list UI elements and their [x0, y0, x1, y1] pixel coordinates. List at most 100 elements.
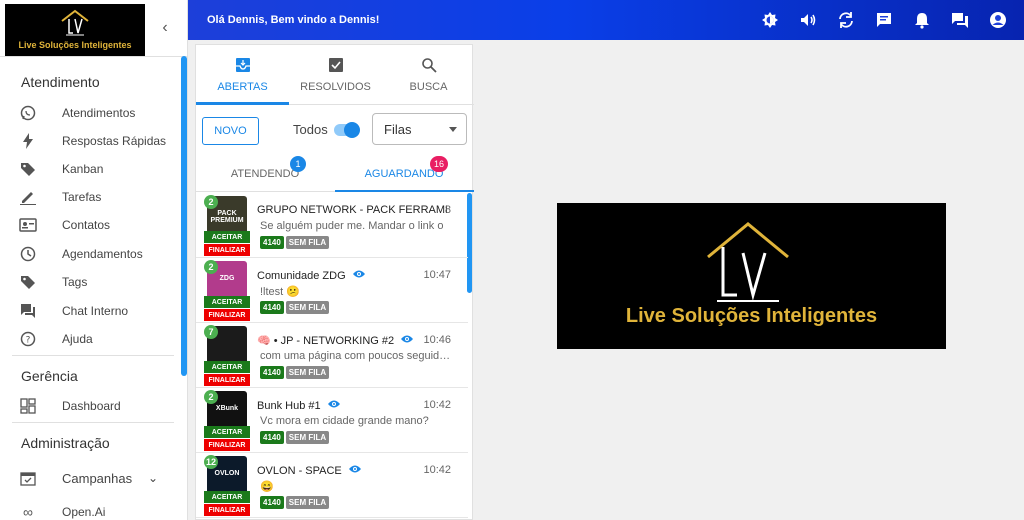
brand-logo: Live Soluções Inteligentes: [5, 4, 145, 56]
inbox-icon: [196, 57, 289, 75]
sidebar-item-kanban[interactable]: Kanban: [0, 155, 180, 183]
connection-tag: 4140: [260, 431, 284, 444]
eye-icon[interactable]: [400, 334, 414, 347]
sidebar-item-campanhas[interactable]: Campanhas ⌄: [0, 464, 180, 492]
todos-toggle[interactable]: [334, 122, 360, 138]
ticket-row[interactable]: 12 OVLON ACEITAR FINALIZAR OVLON - SPACE…: [196, 453, 468, 518]
theme-icon[interactable]: [760, 10, 780, 30]
ticket-time: 10:47: [423, 269, 451, 281]
eye-icon[interactable]: [352, 269, 366, 282]
sidebar-scrollbar[interactable]: [181, 56, 187, 376]
queue-tag: SEM FILA: [285, 301, 330, 314]
unread-count-badge: 12: [204, 455, 218, 469]
sidebar-item-label: Kanban: [62, 162, 104, 176]
accept-button[interactable]: ACEITAR: [204, 296, 250, 308]
accept-button[interactable]: ACEITAR: [204, 231, 250, 243]
sidebar-item-label: Open.Ai: [62, 505, 106, 519]
sidebar-item-agendamentos[interactable]: Agendamentos: [0, 240, 180, 268]
account-icon[interactable]: [988, 10, 1008, 30]
divider: [12, 355, 174, 356]
tab-busca[interactable]: BUSCA: [382, 45, 475, 105]
clock-icon: [19, 245, 37, 263]
subtab-atendendo[interactable]: ATENDENDO: [196, 155, 334, 192]
ticket-time: 8: [444, 204, 451, 216]
sidebar-item-atendimentos[interactable]: Atendimentos: [0, 99, 180, 127]
eye-icon[interactable]: [348, 464, 362, 477]
sidebar-item-openai[interactable]: ∞ Open.Ai: [0, 498, 180, 520]
tab-resolvidos[interactable]: RESOLVIDOS: [289, 45, 382, 105]
search-icon: [382, 57, 475, 75]
subtab-label: ATENDENDO: [230, 167, 300, 180]
sidebar-item-dashboard[interactable]: Dashboard: [0, 392, 180, 420]
main-area: Live Soluções Inteligentes: [474, 44, 1024, 520]
tickets-tabs: ABERTAS RESOLVIDOS BUSCA: [196, 45, 474, 105]
new-ticket-button[interactable]: NOVO: [202, 117, 259, 145]
ticket-name: 🧠 • JP - NETWORKING #2: [257, 334, 414, 347]
unread-count-badge: 2: [204, 260, 218, 274]
sidebar-item-label: Dashboard: [62, 399, 121, 413]
ticket-name: Bunk Hub #1: [257, 399, 341, 412]
finish-button[interactable]: FINALIZAR: [204, 309, 250, 321]
sidebar-item-label: Ajuda: [62, 332, 93, 346]
sidebar-item-ajuda[interactable]: ? Ajuda: [0, 325, 180, 353]
eye-icon[interactable]: [327, 399, 341, 412]
ticket-name-text: GRUPO NETWORK - PACK FERRAMEN: [257, 204, 447, 216]
ticket-row[interactable]: 7 ACEITAR FINALIZAR 🧠 • JP - NETWORKING …: [196, 323, 468, 388]
filas-select[interactable]: Filas: [372, 113, 467, 145]
dashboard-icon: [19, 397, 37, 415]
subtab-aguardando[interactable]: AGUARDANDO: [335, 155, 473, 192]
tab-label: ABERTAS: [217, 81, 268, 93]
house-logo-icon: [61, 9, 89, 36]
connection-tag: 4140: [260, 236, 284, 249]
forum-icon[interactable]: [950, 10, 970, 30]
active-tab-indicator: [196, 102, 289, 105]
avatar-caption: ZDG: [219, 275, 235, 282]
section-title-gerencia: Gerência: [21, 368, 78, 384]
top-bar: Olá Dennis, Bem vindo a Dennis!: [188, 0, 1024, 40]
ticket-name: Comunidade ZDG: [257, 269, 366, 282]
ticket-row[interactable]: 2 ZDG ACEITAR FINALIZAR Comunidade ZDG 1…: [196, 258, 468, 323]
collapse-sidebar-button[interactable]: ‹: [155, 18, 175, 38]
ticket-time: 10:42: [423, 464, 451, 476]
unread-count-badge: 7: [204, 325, 218, 339]
toggle-knob: [344, 122, 360, 138]
app-root: Live Soluções Inteligentes ‹ Atendimento…: [0, 0, 1024, 520]
tickets-subtabs: ATENDENDO 1 AGUARDANDO 16: [196, 155, 474, 192]
section-title-atendimento: Atendimento: [21, 74, 100, 90]
ticket-last-message: 😄: [260, 481, 274, 493]
ticket-name: OVLON - SPACE: [257, 464, 362, 477]
finish-button[interactable]: FINALIZAR: [204, 504, 250, 516]
volume-icon[interactable]: [798, 10, 818, 30]
sidebar-item-label: Tags: [62, 275, 88, 289]
ticket-time: 10:42: [423, 399, 451, 411]
accept-button[interactable]: ACEITAR: [204, 426, 250, 438]
accept-button[interactable]: ACEITAR: [204, 361, 250, 373]
finish-button[interactable]: FINALIZAR: [204, 244, 250, 256]
tab-label: BUSCA: [409, 81, 448, 93]
accept-button[interactable]: ACEITAR: [204, 491, 250, 503]
help-icon: ?: [19, 330, 37, 348]
ticket-row[interactable]: 2 PACK PREMIUM ACEITAR FINALIZAR GRUPO N…: [196, 193, 468, 258]
ticket-name-text: Bunk Hub #1: [257, 399, 321, 412]
queue-tag: SEM FILA: [285, 431, 330, 444]
finish-button[interactable]: FINALIZAR: [204, 374, 250, 386]
chat-icon[interactable]: [874, 10, 894, 30]
brand-logo-card: Live Soluções Inteligentes: [557, 203, 946, 349]
tab-abertas[interactable]: ABERTAS: [196, 45, 289, 105]
ticket-list[interactable]: 2 PACK PREMIUM ACEITAR FINALIZAR GRUPO N…: [196, 193, 474, 520]
top-bar-actions: [760, 10, 1008, 30]
bell-icon[interactable]: [912, 10, 932, 30]
ticket-row[interactable]: 2 XBunk ACEITAR FINALIZAR Bunk Hub #1 10…: [196, 388, 468, 453]
svg-text:?: ?: [26, 336, 31, 346]
finish-button[interactable]: FINALIZAR: [204, 439, 250, 451]
sidebar-item-chat-interno[interactable]: Chat Interno: [0, 297, 180, 325]
refresh-icon[interactable]: [836, 10, 856, 30]
sidebar-item-respostas-rapidas[interactable]: Respostas Rápidas: [0, 127, 180, 155]
sidebar-item-tags[interactable]: Tags: [0, 268, 180, 296]
whatsapp-icon: [19, 104, 37, 122]
queue-tag: SEM FILA: [285, 366, 330, 379]
avatar-caption: XBunk: [215, 405, 239, 412]
sidebar-item-label: Contatos: [62, 218, 111, 232]
sidebar-item-tarefas[interactable]: Tarefas: [0, 183, 180, 211]
sidebar-item-contatos[interactable]: Contatos: [0, 211, 180, 239]
